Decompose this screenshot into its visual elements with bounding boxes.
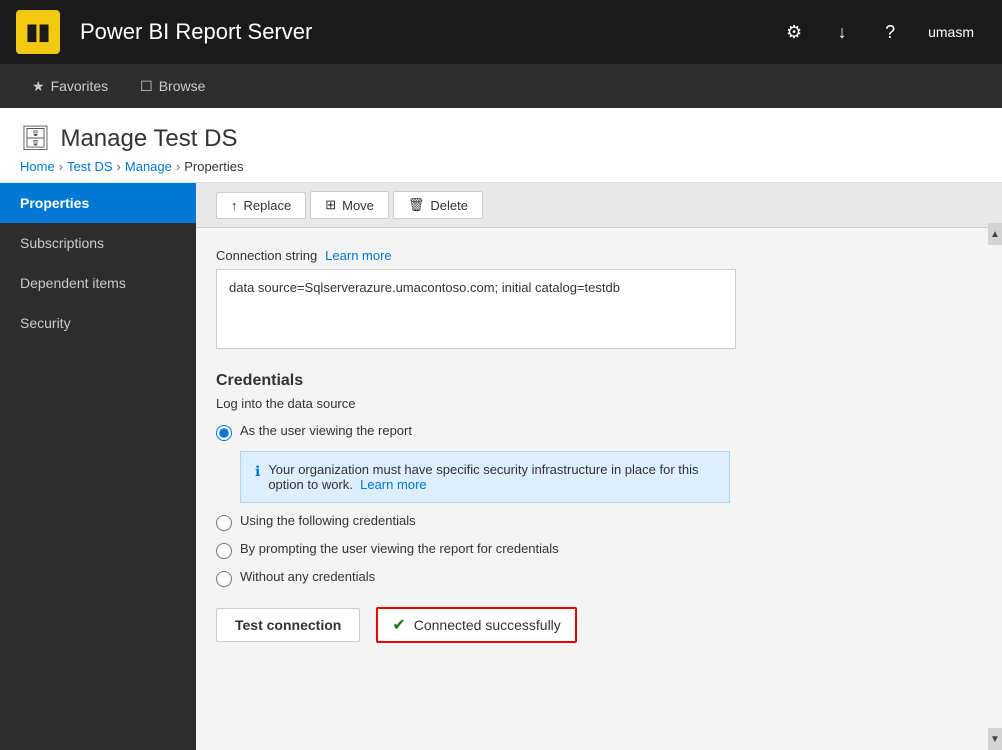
replace-button[interactable]: ↑ Replace [216, 192, 306, 219]
move-label: Move [342, 198, 374, 213]
sidebar-item-dependent-items[interactable]: Dependent items [0, 263, 196, 303]
breadcrumb-testds[interactable]: Test DS [67, 159, 113, 174]
nav-icons: ⚙ ↓ ? umasm [772, 10, 986, 54]
sidebar-item-subscriptions[interactable]: Subscriptions [0, 223, 196, 263]
logo-icon: ▮▮ [26, 19, 50, 45]
credentials-title: Credentials [216, 372, 962, 390]
favorites-button[interactable]: ★ Favorites [16, 64, 124, 108]
database-icon: 🗄 [20, 124, 50, 153]
radio-prompting[interactable] [216, 543, 232, 559]
page-header: 🗄 Manage Test DS Home › Test DS › Manage… [0, 108, 1002, 183]
replace-label: Replace [244, 198, 292, 213]
user-button[interactable]: umasm [916, 10, 986, 54]
browse-label: Browse [159, 78, 206, 94]
breadcrumb-current: Properties [184, 159, 243, 174]
help-button[interactable]: ? [868, 10, 912, 54]
test-connection-area: Test connection ✔ Connected successfully [216, 607, 962, 643]
sub-nav: ★ Favorites ☐ Browse [0, 64, 1002, 108]
connection-string-label-row: Connection string Learn more [216, 248, 962, 263]
breadcrumb-sep-1: › [59, 159, 63, 174]
radio-no-credentials-label[interactable]: Without any credentials [240, 569, 375, 584]
radio-user-viewing[interactable] [216, 425, 232, 441]
breadcrumb-sep-3: › [176, 159, 180, 174]
radio-user-viewing-label[interactable]: As the user viewing the report [240, 423, 412, 438]
radio-option-prompting: By prompting the user viewing the report… [216, 541, 962, 559]
credentials-section: Credentials Log into the data source As … [216, 372, 962, 643]
breadcrumb-home[interactable]: Home [20, 159, 55, 174]
top-nav: ▮▮ Power BI Report Server ⚙ ↓ ? umasm [0, 0, 1002, 64]
scroll-up-icon: ▲ [990, 229, 1000, 240]
breadcrumb-sep-2: › [117, 159, 121, 174]
download-button[interactable]: ↓ [820, 10, 864, 54]
success-check-icon: ✔ [392, 615, 405, 635]
radio-option-user-viewing: As the user viewing the report [216, 423, 962, 441]
page-title: Manage Test DS [60, 125, 237, 153]
favorites-label: Favorites [51, 78, 109, 94]
content-area: ↑ Replace ⊞ Move 🗑 Delete ▲ Connection s… [196, 183, 1002, 750]
radio-option-no-credentials: Without any credentials [216, 569, 962, 587]
delete-label: Delete [430, 198, 468, 213]
move-icon: ⊞ [325, 197, 336, 213]
radio-no-credentials[interactable] [216, 571, 232, 587]
info-box: ℹ Your organization must have specific s… [240, 451, 730, 503]
sidebar: Properties Subscriptions Dependent items… [0, 183, 196, 750]
connected-successfully-badge: ✔ Connected successfully [376, 607, 576, 643]
browse-button[interactable]: ☐ Browse [124, 64, 221, 108]
replace-icon: ↑ [231, 198, 238, 213]
connection-string-input[interactable]: data source=Sqlserverazure.umacontoso.co… [216, 269, 736, 349]
radio-option-following-credentials: Using the following credentials [216, 513, 962, 531]
radio-following-credentials[interactable] [216, 515, 232, 531]
connection-string-learn-more[interactable]: Learn more [325, 248, 391, 263]
info-learn-more-link[interactable]: Learn more [360, 477, 426, 492]
sidebar-item-properties[interactable]: Properties [0, 183, 196, 223]
radio-prompting-label[interactable]: By prompting the user viewing the report… [240, 541, 559, 556]
settings-button[interactable]: ⚙ [772, 10, 816, 54]
info-icon: ℹ [255, 463, 260, 480]
main-layout: Properties Subscriptions Dependent items… [0, 183, 1002, 750]
delete-icon: 🗑 [408, 197, 425, 213]
connection-string-label: Connection string [216, 248, 317, 263]
radio-following-credentials-label[interactable]: Using the following credentials [240, 513, 416, 528]
connection-string-section: Connection string Learn more data source… [216, 248, 962, 352]
connected-successfully-text: Connected successfully [414, 617, 561, 633]
scroll-down-icon: ▼ [990, 734, 1000, 745]
toolbar: ↑ Replace ⊞ Move 🗑 Delete [196, 183, 1002, 228]
sidebar-item-security[interactable]: Security [0, 303, 196, 343]
star-icon: ★ [32, 78, 45, 95]
test-connection-button[interactable]: Test connection [216, 608, 360, 642]
properties-content: Connection string Learn more data source… [196, 228, 1002, 683]
scroll-up-button[interactable]: ▲ [988, 223, 1002, 245]
info-text: Your organization must have specific sec… [268, 462, 715, 492]
app-title: Power BI Report Server [80, 19, 760, 45]
delete-button[interactable]: 🗑 Delete [393, 191, 483, 219]
breadcrumb: Home › Test DS › Manage › Properties [20, 159, 982, 174]
browse-icon: ☐ [140, 78, 153, 95]
logo: ▮▮ [16, 10, 60, 54]
breadcrumb-manage[interactable]: Manage [125, 159, 172, 174]
move-button[interactable]: ⊞ Move [310, 191, 389, 219]
credentials-subtitle: Log into the data source [216, 396, 962, 411]
